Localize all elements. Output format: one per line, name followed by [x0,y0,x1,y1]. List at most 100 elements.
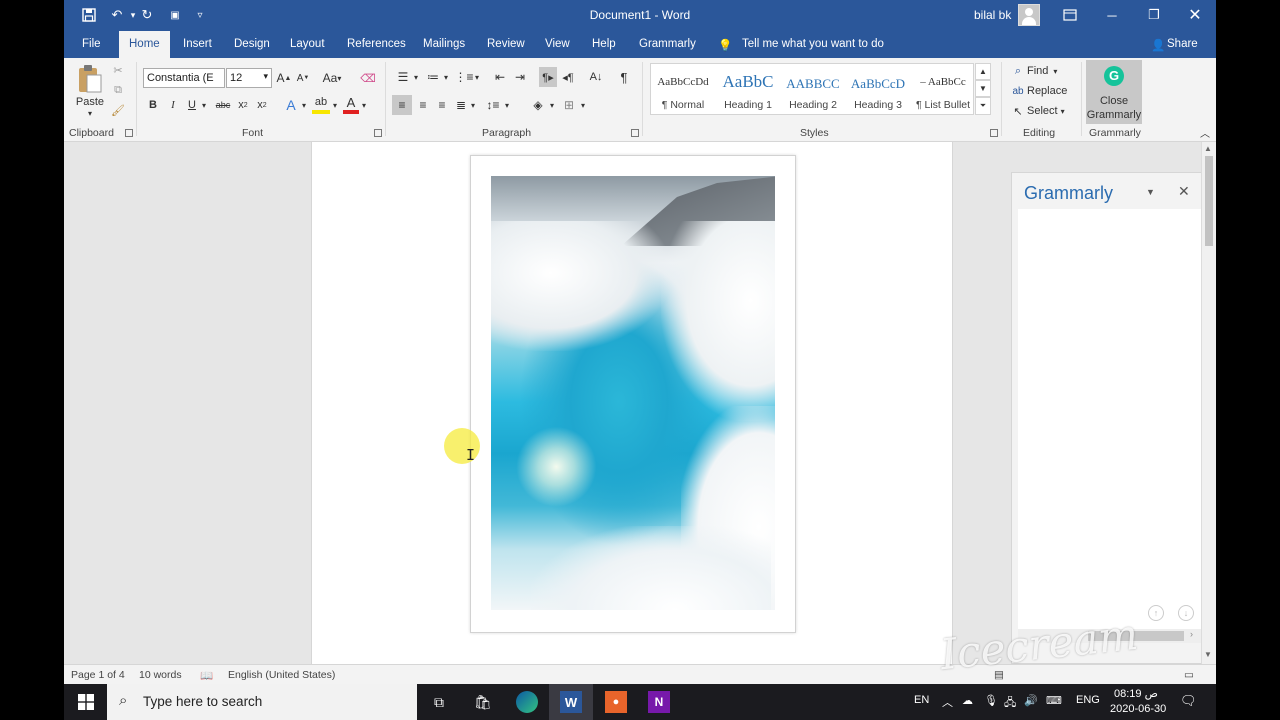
ribbon-display-options-icon[interactable] [1049,0,1091,30]
tab-insert[interactable]: Insert [183,38,212,50]
proofing-icon[interactable]: 📖 [200,669,213,682]
scroll-thumb[interactable] [1205,156,1213,246]
pane-close-icon[interactable]: ✕ [1178,183,1190,200]
text-effects-dropdown-icon[interactable]: ▾ [300,96,308,114]
styles-launcher-icon[interactable] [990,129,998,137]
recorder-app-icon[interactable]: ● [605,691,627,713]
multilevel-list-icon[interactable]: ⋮≡ [455,68,474,86]
bullets-dropdown-icon[interactable]: ▾ [412,68,420,86]
style-list-bullet[interactable]: – AaBbCc ¶ List Bullet [911,64,975,114]
store-icon[interactable]: 🛍 [471,690,495,714]
strikethrough-icon[interactable]: abc [214,96,232,114]
glacier-photo[interactable] [491,176,775,610]
numbering-dropdown-icon[interactable]: ▾ [442,68,450,86]
input-language-right[interactable]: ENG [1076,694,1100,706]
underline-icon[interactable]: U [185,96,199,114]
format-painter-icon[interactable]: 🖌 [110,102,126,118]
styles-scroll-up-icon[interactable]: ▲ [975,63,991,80]
find-button[interactable]: Find ▾ [1027,63,1067,79]
image-frame[interactable] [470,155,796,633]
share-user-icon[interactable]: 👤 [1151,38,1165,52]
align-right-icon[interactable]: ≡ [433,95,451,115]
style-normal[interactable]: AaBbCcDd ¶ Normal [651,64,715,114]
borders-dropdown-icon[interactable]: ▾ [579,95,587,115]
page-count[interactable]: Page 1 of 4 [71,669,125,681]
cut-icon[interactable]: ✂ [110,62,126,78]
rtl-icon[interactable]: ◂¶ [560,68,576,86]
style-heading-3[interactable]: AaBbCcD Heading 3 [846,64,910,114]
shading-dropdown-icon[interactable]: ▾ [548,95,556,115]
tab-layout[interactable]: Layout [290,38,325,50]
highlight-icon[interactable]: ab [312,94,330,114]
edge-icon[interactable] [516,691,538,713]
tab-view[interactable]: View [545,38,570,50]
italic-icon[interactable]: I [166,96,180,114]
vertical-scrollbar[interactable]: ▲ ▼ [1201,142,1216,664]
show-hidden-icons-icon[interactable]: ︿ [942,694,953,710]
sort-icon[interactable]: A↓ [588,68,604,86]
font-name-combo[interactable]: Constantia (E [143,68,225,88]
line-spacing-dropdown-icon[interactable]: ▾ [503,95,511,115]
highlight-dropdown-icon[interactable]: ▾ [331,96,339,114]
clipboard-launcher-icon[interactable] [125,129,133,137]
scroll-up-arrow-icon[interactable]: ▲ [1204,144,1212,153]
tab-file[interactable]: File [82,38,101,50]
onedrive-icon[interactable]: ☁ [962,694,973,707]
network-icon[interactable]: 🖧 [1004,694,1016,713]
input-language-left[interactable]: EN [914,694,929,706]
change-case-button[interactable]: Aa ▾ [319,69,345,87]
task-view-icon[interactable]: ⧉ [427,690,451,714]
close-button[interactable]: ✕ [1174,0,1216,30]
font-color-icon[interactable]: A [343,94,359,114]
decrease-indent-icon[interactable]: ⇤ [492,68,508,86]
language-status[interactable]: English (United States) [228,669,335,681]
bold-icon[interactable]: B [146,96,160,114]
word-taskbar-button[interactable]: W [549,684,593,720]
align-center-icon[interactable]: ≡ [414,95,432,115]
copy-icon[interactable]: ⧉ [110,82,126,98]
clock-time[interactable]: 08:19 ص [1114,687,1158,700]
pane-scroll-thumb[interactable] [1088,631,1184,641]
volume-icon[interactable]: 🔊 [1024,694,1038,707]
minimize-button[interactable]: ─ [1091,0,1133,30]
increase-indent-icon[interactable]: ⇥ [512,68,528,86]
tab-home[interactable]: Home [119,31,170,58]
scroll-up-circle-icon[interactable]: ↑ [1148,605,1164,621]
scroll-down-circle-icon[interactable]: ↓ [1178,605,1194,621]
close-grammarly-button[interactable]: G Close Grammarly [1086,60,1142,124]
paste-label[interactable]: Paste [74,95,106,109]
multilevel-dropdown-icon[interactable]: ▾ [473,68,481,86]
replace-icon[interactable]: ab [1011,83,1025,99]
document-page[interactable]: I [311,142,953,664]
taskbar-search-box[interactable]: ⌕ Type here to search [107,684,417,720]
ltr-icon[interactable]: ¶▸ [539,67,557,87]
justify-icon[interactable]: ≣ [452,95,470,115]
replace-button[interactable]: Replace [1027,83,1069,99]
shrink-font-icon[interactable]: A ▼ [295,69,311,87]
paragraph-launcher-icon[interactable] [631,129,639,137]
clock-date[interactable]: 2020-06-30 [1110,703,1166,715]
justify-dropdown-icon[interactable]: ▾ [469,95,477,115]
line-spacing-icon[interactable]: ↕≡ [484,95,502,115]
tab-references[interactable]: References [347,38,406,50]
grow-font-icon[interactable]: A ▲ [276,69,292,87]
styles-more-icon[interactable]: ⏷ [975,97,991,115]
font-size-combo[interactable]: 12 ▾ [226,68,272,88]
numbering-icon[interactable]: ≔ [425,68,441,86]
pane-options-icon[interactable]: ▼ [1146,187,1155,197]
tab-mailings[interactable]: Mailings [423,38,465,50]
align-left-icon[interactable]: ≡ [392,95,412,115]
borders-icon[interactable]: ⊞ [560,95,578,115]
tab-design[interactable]: Design [234,38,270,50]
find-icon[interactable]: ⌕ [1011,63,1025,79]
select-button[interactable]: Select ▾ [1027,103,1067,119]
shading-icon[interactable]: ◈ [529,95,547,115]
print-layout-icon[interactable]: ▤ [994,669,1004,681]
subscript-icon[interactable]: x2 [236,96,250,114]
share-button[interactable]: Share [1167,38,1198,50]
tell-me-search[interactable]: Tell me what you want to do [742,38,884,50]
bullets-icon[interactable]: ☰ [395,68,411,86]
microphone-icon[interactable]: 🎙 [984,694,998,707]
chevron-right-icon[interactable]: › [1190,629,1193,639]
superscript-icon[interactable]: x2 [255,96,269,114]
